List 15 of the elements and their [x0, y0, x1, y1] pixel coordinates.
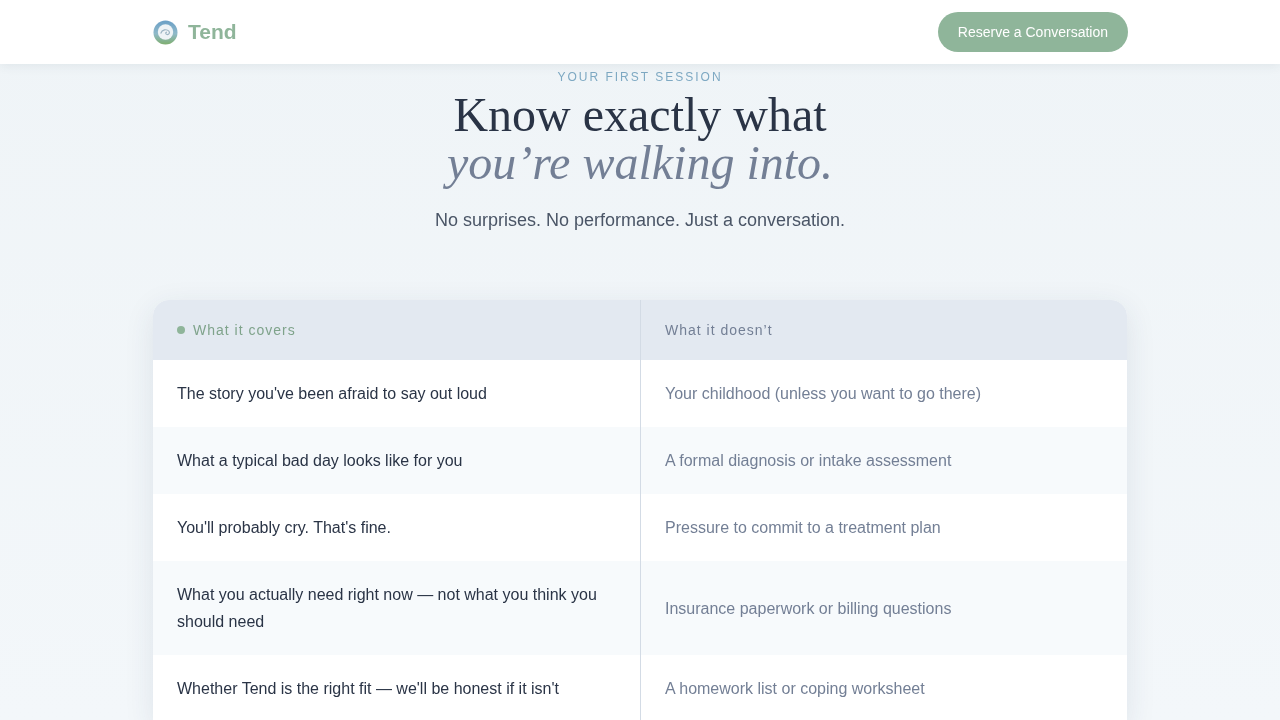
brand-name[interactable]: Tend: [188, 20, 237, 44]
table-cell: A homework list or coping worksheet: [640, 655, 1127, 720]
logo-icon[interactable]: [153, 19, 178, 45]
column-header: What it doesn’t: [665, 322, 773, 338]
reserve-button[interactable]: Reserve a Conversation: [937, 12, 1128, 52]
table-cell-text: What a typical bad day looks like for you: [176, 451, 464, 471]
subtitle: No surprises. No performance. Just a conversation.: [434, 209, 846, 232]
table-cell-text: Whether Tend is the right fit — we'll be honest if it isn't: [176, 679, 560, 699]
table-cell-text: What you actually need right now — not what you think you should need: [176, 585, 598, 632]
table-cell-text: The story you've been afraid to say out loud: [176, 384, 488, 404]
headline: Know exactly what: [453, 91, 827, 139]
table-cell-text: You'll probably cry. That's fine.: [176, 518, 392, 538]
eyebrow-text: YOUR FIRST SESSION: [557, 70, 723, 84]
column-header: What it covers: [193, 322, 296, 338]
status-dot-icon: [177, 326, 185, 334]
